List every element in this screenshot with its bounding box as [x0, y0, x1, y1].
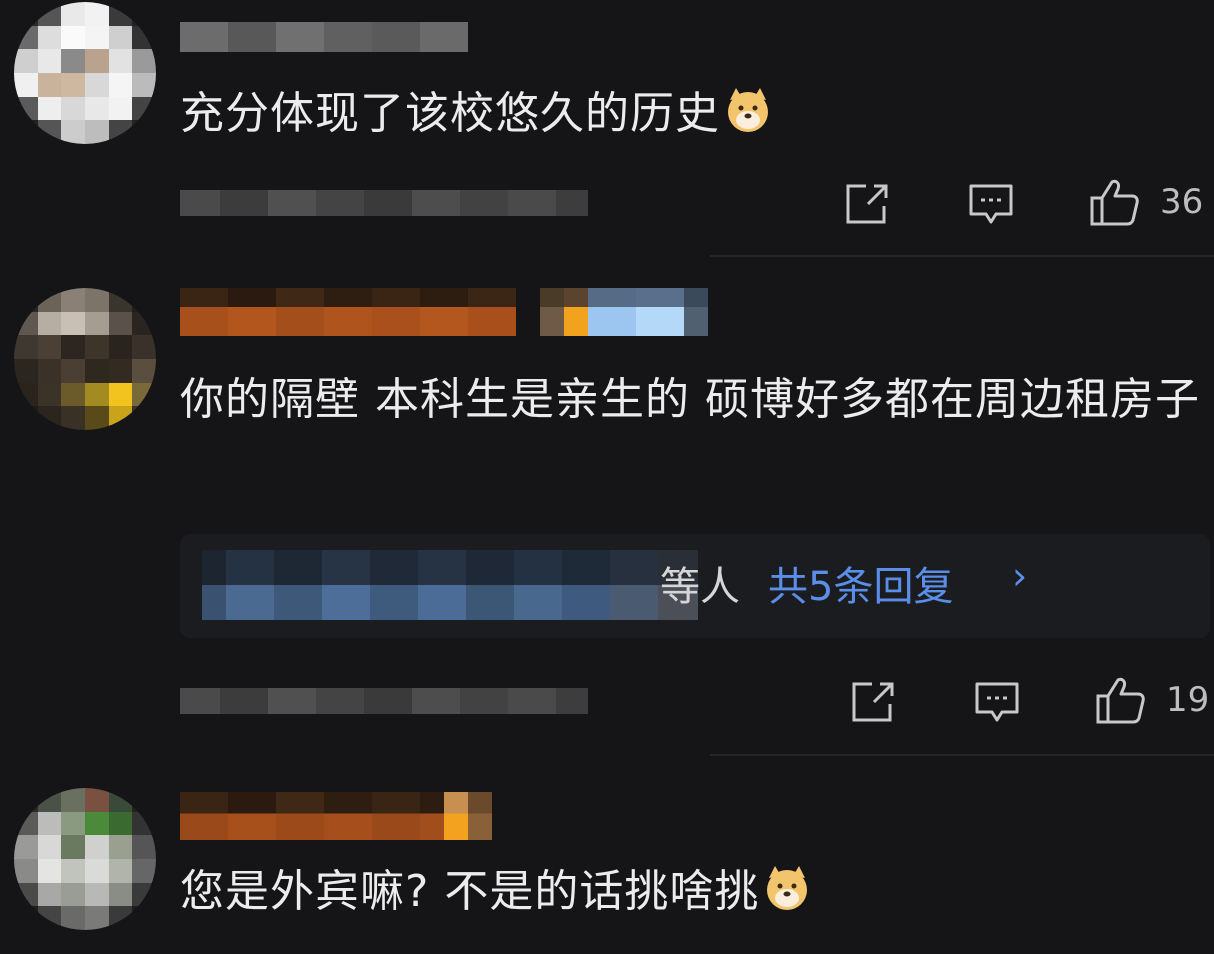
divider [710, 754, 1214, 756]
share-button[interactable] [850, 680, 898, 724]
thumbs-up-icon [1094, 674, 1146, 726]
comment-button[interactable] [974, 680, 1020, 724]
timestamp-blurred [180, 190, 588, 216]
reply-usernames-blurred [202, 550, 698, 620]
timestamp-blurred [180, 688, 588, 714]
chevron-right-icon[interactable]: › [1012, 554, 1027, 598]
divider [710, 255, 1214, 257]
like-button[interactable]: 19 [1094, 674, 1209, 726]
like-button[interactable]: 36 [1088, 176, 1203, 228]
replies-preview[interactable]: 等人 共5条回复 › [180, 534, 1210, 638]
username-blurred[interactable] [180, 288, 708, 336]
comment-text: 你的隔壁 本科生是亲生的 硕博好多都在周边租房子 [180, 374, 1200, 425]
reply-count-link[interactable]: 共5条回复 [768, 554, 953, 612]
comment-button[interactable] [968, 182, 1014, 226]
like-count: 19 [1166, 680, 1210, 720]
comment-text: 您是外宾嘛? 不是的话挑啥挑 [180, 850, 1200, 934]
username-blurred[interactable] [180, 22, 468, 52]
comment-text: 充分体现了该校悠久的历史 [180, 72, 1200, 156]
avatar[interactable] [14, 788, 156, 930]
reply-users-label: 等人 [660, 564, 740, 610]
doge-emoji [763, 856, 811, 910]
thumbs-up-icon [1088, 176, 1140, 228]
username-blurred[interactable] [180, 792, 492, 840]
avatar[interactable] [14, 288, 156, 430]
doge-emoji [724, 78, 772, 132]
like-count: 36 [1160, 182, 1204, 222]
avatar[interactable] [14, 2, 156, 144]
share-button[interactable] [844, 182, 892, 226]
